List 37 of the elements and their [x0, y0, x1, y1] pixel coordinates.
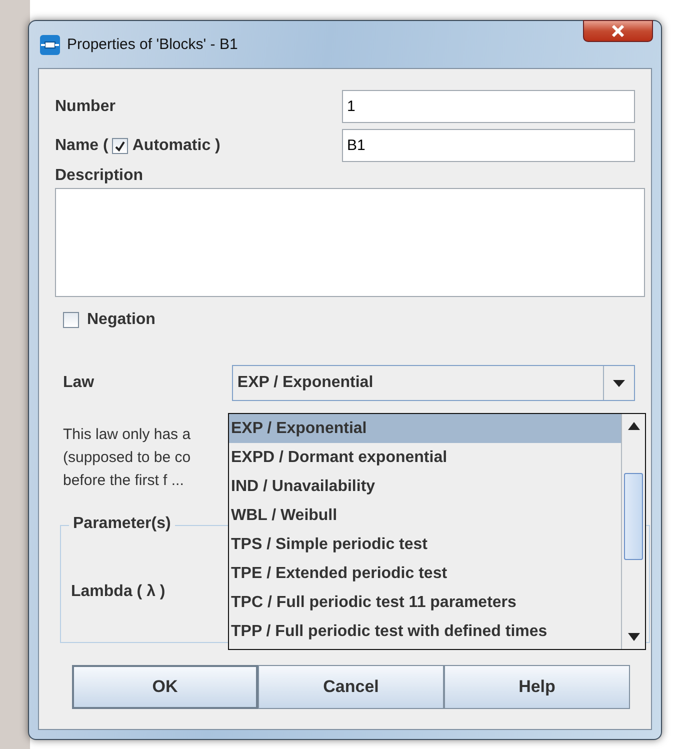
law-description-line: before the first f ...: [63, 472, 184, 489]
field-label: Name (: [55, 136, 108, 154]
negation-checkbox[interactable]: [63, 312, 79, 328]
dropdown-option[interactable]: IND / Unavailability: [229, 472, 621, 501]
close-button[interactable]: [583, 20, 653, 42]
dropdown-option[interactable]: TPP / Full periodic test with defined times: [229, 617, 621, 646]
automatic-checkbox[interactable]: [112, 138, 128, 154]
dropdown-option[interactable]: TPS / Simple periodic test: [229, 530, 621, 559]
field-label: Number: [55, 98, 116, 116]
name-field[interactable]: B1: [342, 129, 635, 162]
checkbox-label: Negation: [87, 311, 156, 329]
field-label: Law: [63, 374, 96, 392]
caret-icon: [613, 380, 625, 386]
dialog-button[interactable]: Help: [444, 665, 630, 709]
parameter-label: Lambda ( λ ): [71, 583, 166, 601]
dropdown-option[interactable]: EXP / Exponential: [229, 414, 621, 443]
group-title: Parameter(s): [69, 515, 175, 533]
law-description-line: This law only has a: [63, 426, 191, 443]
scrollbar[interactable]: [621, 414, 645, 649]
checkbox-label: Automatic ): [132, 136, 220, 154]
description-field[interactable]: [55, 188, 645, 297]
law-dropdown[interactable]: EXP / Exponential: [232, 365, 635, 401]
close-icon: [611, 25, 625, 37]
dropdown-option[interactable]: EXPD / Dormant exponential: [229, 443, 621, 472]
dialog-button[interactable]: OK: [72, 665, 258, 709]
dropdown-option[interactable]: TPE / Extended periodic test: [229, 559, 621, 588]
window-title: Properties of 'Blocks' - B1: [67, 36, 238, 53]
scroll-up-icon: [628, 422, 640, 430]
scroll-down-icon: [628, 633, 640, 641]
number-field[interactable]: 1: [342, 90, 635, 123]
block-icon: [39, 34, 61, 56]
dropdown-option[interactable]: WBL / Weibull: [229, 501, 621, 530]
law-description-line: (supposed to be co: [63, 449, 191, 466]
dialog-button[interactable]: Cancel: [258, 665, 444, 709]
dropdown-option[interactable]: TPC / Full periodic test 11 parameters: [229, 588, 621, 617]
field-label: Description: [55, 167, 144, 185]
scrollbar-thumb[interactable]: [624, 473, 643, 560]
